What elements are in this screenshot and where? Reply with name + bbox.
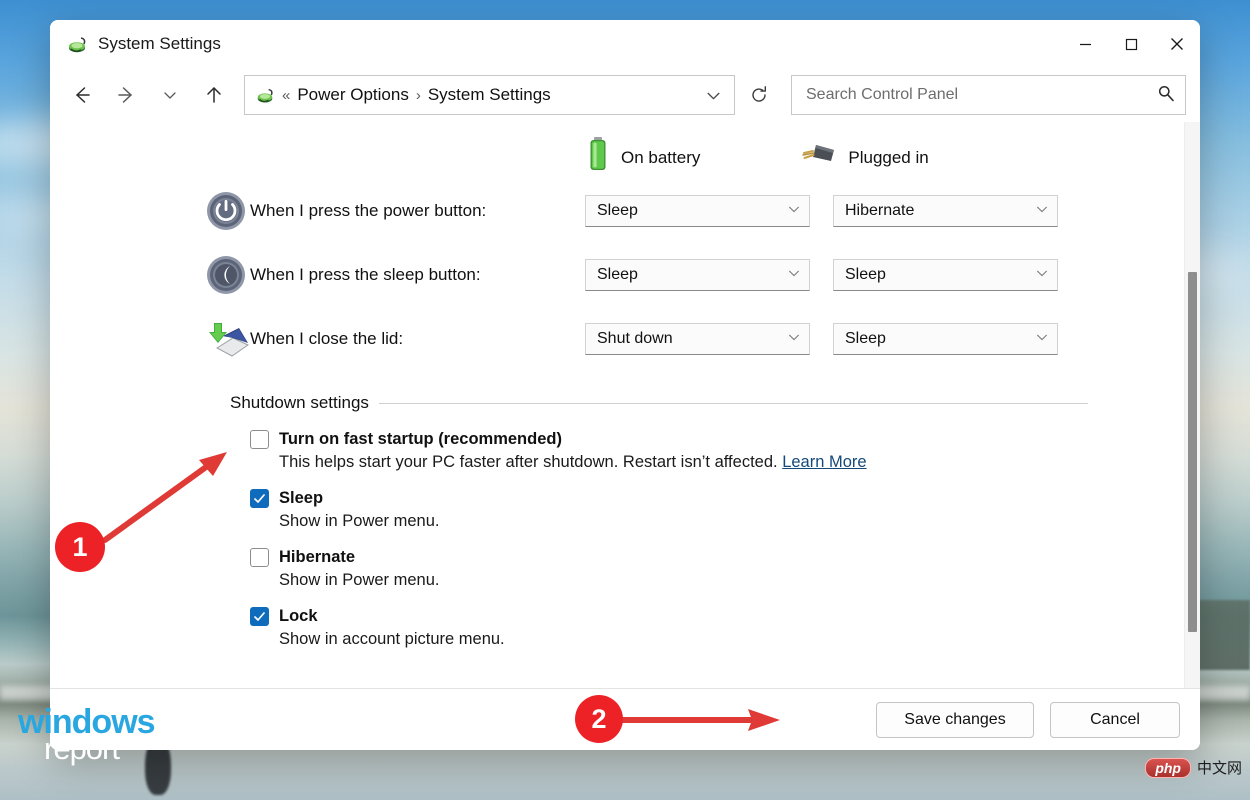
checkbox-sleep[interactable] xyxy=(250,489,269,508)
minimize-icon[interactable] xyxy=(1062,20,1108,68)
title-bar: System Settings xyxy=(50,20,1200,68)
dropdown-close-lid-plugged-in[interactable]: Sleep xyxy=(833,323,1058,355)
column-header-plugged-in-label: Plugged in xyxy=(848,148,928,168)
sleep-button-icon xyxy=(205,254,247,296)
checkbox-lock[interactable] xyxy=(250,607,269,626)
column-header-plugged-in: Plugged in xyxy=(800,141,928,174)
dropdown-power-button-on-battery[interactable]: Sleep xyxy=(585,195,810,227)
window-title: System Settings xyxy=(98,34,221,54)
chevron-down-icon xyxy=(1035,266,1049,285)
power-source-column-headers: On battery Plugged in xyxy=(50,136,1184,179)
checkbox-row-fast-startup: Turn on fast startup (recommended) This … xyxy=(250,430,1184,472)
checkbox-label-hibernate[interactable]: Hibernate xyxy=(279,548,355,567)
checkbox-label-lock[interactable]: Lock xyxy=(279,607,318,626)
dropdown-sleep-button-on-battery[interactable]: Sleep xyxy=(585,259,810,291)
breadcrumb[interactable]: « Power Options › System Settings xyxy=(244,75,735,115)
setting-row-sleep-button: When I press the sleep button: Sleep Sle… xyxy=(50,243,1184,307)
setting-row-close-lid: When I close the lid: Shut down Sleep xyxy=(50,307,1184,371)
chevron-down-icon xyxy=(787,330,801,349)
search-box[interactable] xyxy=(791,75,1186,115)
description-text: This helps start your PC faster after sh… xyxy=(279,453,778,471)
annotation-badge-2: 2 xyxy=(575,695,623,743)
php-chinese-label: 中文网 xyxy=(1197,757,1242,778)
checkbox-label-fast-startup[interactable]: Turn on fast startup (recommended) xyxy=(279,430,562,449)
breadcrumb-chevron-down-icon[interactable] xyxy=(696,77,730,113)
checkbox-description-hibernate: Show in Power menu. xyxy=(279,571,1184,590)
dropdown-value: Hibernate xyxy=(845,202,1035,220)
maximize-icon[interactable] xyxy=(1108,20,1154,68)
checkbox-description-lock: Show in account picture menu. xyxy=(279,630,1184,649)
column-header-on-battery-label: On battery xyxy=(621,148,700,168)
checkbox-description-fast-startup: This helps start your PC faster after sh… xyxy=(279,453,1184,472)
setting-label-close-lid: When I close the lid: xyxy=(250,329,585,349)
checkbox-label-sleep[interactable]: Sleep xyxy=(279,489,323,508)
column-header-on-battery: On battery xyxy=(585,136,700,179)
checkbox-row-sleep: Sleep Show in Power menu. xyxy=(250,489,1184,531)
breadcrumb-segment-system-settings[interactable]: System Settings xyxy=(428,85,551,105)
checkbox-description-sleep: Show in Power menu. xyxy=(279,512,1184,531)
breadcrumb-segment-power-options[interactable]: Power Options xyxy=(297,85,409,105)
setting-row-power-button: When I press the power button: Sleep Hib… xyxy=(50,179,1184,243)
back-arrow-icon[interactable] xyxy=(60,75,104,115)
checkbox-fast-startup[interactable] xyxy=(250,430,269,449)
search-icon[interactable] xyxy=(1157,84,1175,107)
chevron-down-icon xyxy=(787,202,801,221)
annotation-badge-1: 1 xyxy=(55,522,105,572)
dropdown-value: Sleep xyxy=(597,202,787,220)
chevron-down-icon xyxy=(787,266,801,285)
save-changes-button[interactable]: Save changes xyxy=(876,702,1034,738)
up-arrow-icon[interactable] xyxy=(192,75,236,115)
power-options-icon xyxy=(66,33,88,55)
php-watermark: php 中文网 xyxy=(1145,757,1242,778)
system-settings-window: System Settings xyxy=(50,20,1200,750)
power-button-icon xyxy=(205,190,247,232)
search-input[interactable] xyxy=(806,86,1157,104)
close-lid-icon xyxy=(205,318,247,360)
chevron-down-icon xyxy=(1035,202,1049,221)
recent-locations-chevron-down-icon[interactable] xyxy=(148,75,192,115)
dropdown-power-button-plugged-in[interactable]: Hibernate xyxy=(833,195,1058,227)
dropdown-value: Sleep xyxy=(845,266,1035,284)
navigation-bar: « Power Options › System Settings xyxy=(50,68,1200,122)
php-logo: php xyxy=(1145,758,1191,778)
power-plug-icon xyxy=(800,141,838,174)
checkbox-row-hibernate: Hibernate Show in Power menu. xyxy=(250,548,1184,590)
dropdown-value: Sleep xyxy=(845,330,1035,348)
content-area: On battery Plugged in xyxy=(50,122,1200,688)
setting-label-sleep-button: When I press the sleep button: xyxy=(250,265,585,285)
window-controls xyxy=(1062,20,1200,68)
dropdown-value: Shut down xyxy=(597,330,787,348)
group-header-shutdown-settings: Shutdown settings xyxy=(230,393,1088,413)
breadcrumb-power-options-icon xyxy=(255,85,275,105)
group-divider xyxy=(379,403,1088,404)
dropdown-close-lid-on-battery[interactable]: Shut down xyxy=(585,323,810,355)
dropdown-value: Sleep xyxy=(597,266,787,284)
forward-arrow-icon[interactable] xyxy=(104,75,148,115)
scrollbar-thumb[interactable] xyxy=(1188,272,1197,632)
breadcrumb-overflow[interactable]: « xyxy=(275,87,297,104)
checkbox-row-lock: Lock Show in account picture menu. xyxy=(250,607,1184,649)
annotation-arrow-2 xyxy=(612,705,787,735)
group-title: Shutdown settings xyxy=(230,393,369,413)
dropdown-sleep-button-plugged-in[interactable]: Sleep xyxy=(833,259,1058,291)
annotation-arrow-1 xyxy=(95,440,235,550)
breadcrumb-separator[interactable]: › xyxy=(409,87,428,104)
cancel-button[interactable]: Cancel xyxy=(1050,702,1180,738)
chevron-down-icon xyxy=(1035,330,1049,349)
checkbox-hibernate[interactable] xyxy=(250,548,269,567)
refresh-icon[interactable] xyxy=(739,75,779,115)
vertical-scrollbar[interactable] xyxy=(1184,122,1200,688)
setting-label-power-button: When I press the power button: xyxy=(250,201,585,221)
learn-more-link[interactable]: Learn More xyxy=(782,453,866,471)
close-icon[interactable] xyxy=(1154,20,1200,68)
battery-icon xyxy=(585,136,611,179)
